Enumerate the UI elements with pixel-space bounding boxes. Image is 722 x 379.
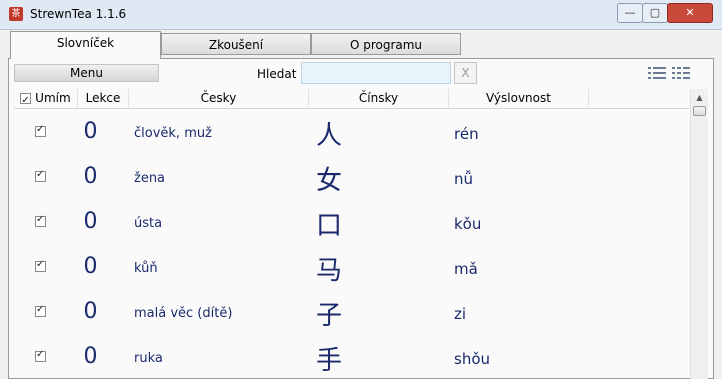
lesson-number: 0 xyxy=(83,119,98,144)
czech-word: malá věc (dítě) xyxy=(134,306,233,321)
table-header: Umím Lekce Česky Čínsky Výslovnost xyxy=(14,89,689,110)
column-header-lekce[interactable]: Lekce xyxy=(78,89,129,108)
vertical-scrollbar[interactable]: ▲ xyxy=(690,89,708,379)
scrollbar-thumb[interactable] xyxy=(693,106,706,116)
table-row[interactable]: 0 kůň 马 mǎ xyxy=(14,245,689,290)
czech-word: kůň xyxy=(134,261,158,276)
table-row[interactable]: 0 žena 女 nǚ xyxy=(14,155,689,200)
app-icon: 茶 xyxy=(9,7,23,21)
tab-zkouseni[interactable]: Zkoušení xyxy=(161,33,311,55)
list-view-icon[interactable] xyxy=(648,66,666,80)
table-row[interactable]: 0 ústa 口 kǒu xyxy=(14,200,689,245)
tab-slovnicek[interactable]: Slovníček xyxy=(10,31,161,59)
window-title: StrewnTea 1.1.6 xyxy=(30,7,127,21)
scroll-up-icon[interactable]: ▲ xyxy=(693,91,706,104)
known-checkbox[interactable] xyxy=(35,304,46,317)
czech-word: ústa xyxy=(134,216,163,231)
known-checkbox[interactable] xyxy=(35,259,46,272)
column-header-cesky[interactable]: Česky xyxy=(129,89,309,108)
table-row[interactable]: 0 ruka 手 shǒu xyxy=(14,335,689,379)
minimize-button[interactable]: — xyxy=(617,3,643,23)
lesson-number: 0 xyxy=(83,209,98,234)
czech-word: člověk, muž xyxy=(134,126,212,141)
column-label-umim: Umím xyxy=(35,91,71,105)
czech-word: žena xyxy=(134,171,166,186)
chinese-character: 马 xyxy=(316,256,343,286)
table-row[interactable]: 0 malá věc (dítě) 子 zi xyxy=(14,290,689,335)
pinyin: zi xyxy=(454,305,467,323)
known-checkbox[interactable] xyxy=(35,169,46,182)
pinyin: shǒu xyxy=(454,350,491,368)
menu-button[interactable]: Menu xyxy=(14,64,159,82)
clear-search-button[interactable]: X xyxy=(454,62,477,84)
chinese-character: 口 xyxy=(316,211,343,241)
search-label: Hledat xyxy=(257,67,297,81)
vocabulary-list: 0 člověk, muž 人 rén 0 žena 女 nǚ 0 ústa 口… xyxy=(14,110,689,379)
close-button[interactable]: ✕ xyxy=(667,3,713,23)
column-header-cinsky[interactable]: Čínsky xyxy=(309,89,449,108)
tab-o-programu[interactable]: O programu xyxy=(311,33,461,55)
maximize-button[interactable]: ▢ xyxy=(642,3,668,23)
lesson-number: 0 xyxy=(83,254,98,279)
chinese-character: 手 xyxy=(316,346,343,376)
pinyin: nǚ xyxy=(454,170,474,188)
title-bar: 茶 StrewnTea 1.1.6 — ▢ ✕ xyxy=(0,0,722,30)
pinyin: kǒu xyxy=(454,215,482,233)
lesson-number: 0 xyxy=(83,164,98,189)
known-checkbox[interactable] xyxy=(35,349,46,362)
known-checkbox[interactable] xyxy=(35,214,46,227)
lesson-number: 0 xyxy=(83,344,98,369)
search-input[interactable] xyxy=(301,62,451,84)
select-all-checkbox[interactable] xyxy=(20,91,32,110)
column-header-umim[interactable]: Umím xyxy=(14,89,78,110)
chinese-character: 人 xyxy=(316,121,343,151)
lesson-number: 0 xyxy=(83,299,98,324)
known-checkbox[interactable] xyxy=(35,124,46,137)
column-header-vyslovnost[interactable]: Výslovnost xyxy=(449,89,589,108)
chinese-character: 女 xyxy=(316,166,343,196)
chinese-character: 子 xyxy=(316,301,343,331)
pinyin: rén xyxy=(454,125,479,143)
table-row[interactable]: 0 člověk, muž 人 rén xyxy=(14,110,689,155)
pinyin: mǎ xyxy=(454,260,478,278)
czech-word: ruka xyxy=(134,351,163,366)
grid-view-icon[interactable] xyxy=(672,66,690,80)
